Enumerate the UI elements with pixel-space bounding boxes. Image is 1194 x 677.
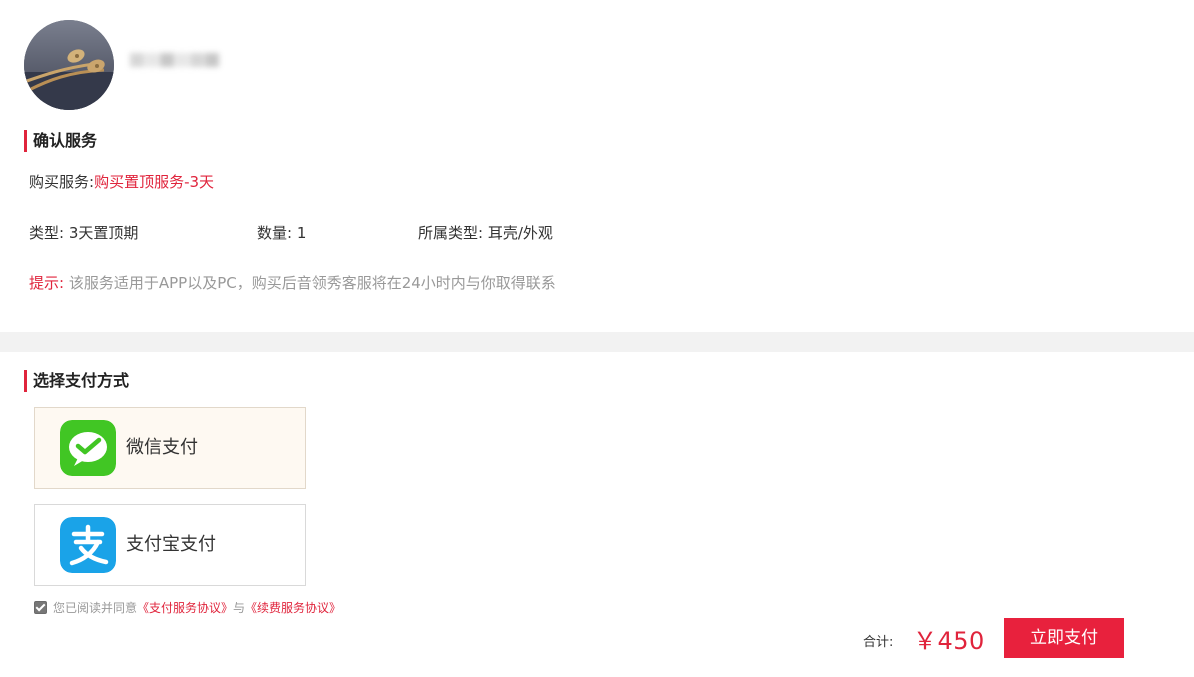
avatar [24,20,114,110]
alipay-option[interactable]: 支付宝支付 [34,504,306,586]
username-masked [130,52,234,76]
renewal-agreement-link[interactable]: 《续费服务协议》 [245,601,341,615]
agreement-prefix: 您已阅读并同意 [53,601,138,615]
quantity-value: 1 [296,224,307,242]
type-label: 类型: [29,224,65,242]
agreement-row: 您已阅读并同意《支付服务协议》与《续费服务协议》 [34,600,341,616]
type-field: 类型: 3天置顶期 [29,222,138,244]
total-amount: ￥450 [913,627,985,655]
wechat-pay-label: 微信支付 [126,437,198,458]
section-divider [0,332,1194,352]
earphones-avatar-image [24,20,114,110]
category-value: 耳壳/外观 [487,224,553,242]
section-accent-bar [24,370,27,392]
section-accent-bar [24,130,27,152]
confirm-service-title: 确认服务 [33,131,98,150]
alipay-icon [60,517,116,573]
wechat-pay-option[interactable]: 微信支付 [34,407,306,489]
service-value: 购买置顶服务-3天 [94,173,215,191]
agreement-checkbox[interactable] [34,601,47,614]
total-label: 合计: [863,635,894,650]
payment-agreement-link[interactable]: 《支付服务协议》 [137,601,233,615]
wechat-pay-icon [60,420,116,476]
payment-method-title: 选择支付方式 [33,371,130,390]
tip-label: 提示: [29,274,65,292]
alipay-label: 支付宝支付 [126,534,216,555]
quantity-label: 数量: [257,224,293,242]
category-label: 所属类型: [418,224,484,242]
tip-row: 提示: 该服务适用于APP以及PC，购买后音领秀客服将在24小时内与你取得联系 [29,272,556,294]
service-row: 购买服务:购买置顶服务-3天 [29,171,214,193]
agreement-middle: 与 [233,601,246,615]
quantity-field: 数量: 1 [257,222,306,244]
service-label: 购买服务: [29,173,95,191]
type-value: 3天置顶期 [68,224,139,242]
category-field: 所属类型: 耳壳/外观 [418,222,553,244]
pay-now-button[interactable]: 立即支付 [1004,618,1124,658]
tip-text: 该服务适用于APP以及PC，购买后音领秀客服将在24小时内与你取得联系 [68,274,556,292]
